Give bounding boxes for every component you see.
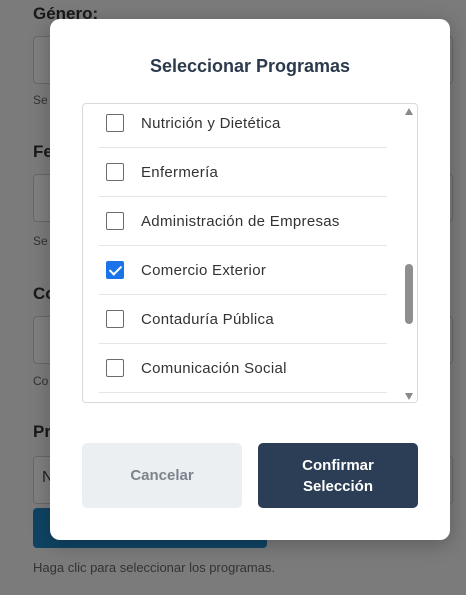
checkbox[interactable]	[106, 310, 124, 328]
program-list-box: Nutrición y Dietética Enfermería Administr…	[82, 103, 418, 403]
scroll-down-icon[interactable]	[405, 393, 413, 400]
program-item[interactable]: Enfermería	[99, 148, 387, 197]
list-scrollbar[interactable]	[401, 104, 417, 402]
program-item[interactable]: Contaduría Pública	[99, 295, 387, 344]
cancel-button[interactable]: Cancelar	[82, 443, 242, 508]
program-select-modal: Seleccionar Programas Nutrición y Dietét…	[50, 19, 450, 540]
program-item-label: Comercio Exterior	[141, 261, 267, 279]
program-item-label: Comunicación Social	[141, 359, 287, 377]
program-item[interactable]: Comunicación Social	[99, 344, 387, 393]
program-item-label: Administración de Empresas	[141, 212, 340, 230]
confirm-selection-button[interactable]: Confirmar Selección	[258, 443, 418, 508]
checkbox[interactable]	[106, 212, 124, 230]
program-item[interactable]: Comercio Exterior	[99, 246, 387, 295]
checkbox[interactable]	[106, 163, 124, 181]
program-item-label: Nutrición y Dietética	[141, 114, 281, 132]
checkbox[interactable]	[106, 114, 124, 132]
scroll-thumb[interactable]	[405, 264, 413, 324]
modal-title: Seleccionar Programas	[149, 56, 351, 76]
checkbox[interactable]	[106, 359, 124, 377]
scroll-up-icon[interactable]	[405, 108, 413, 115]
program-item[interactable]: Administración de Empresas	[99, 197, 387, 246]
program-item-label: Enfermería	[141, 163, 219, 181]
program-item-label: Contaduría Pública	[141, 310, 274, 328]
program-list: Nutrición y Dietética Enfermería Administr…	[99, 104, 387, 393]
program-item[interactable]: Nutrición y Dietética	[99, 104, 387, 148]
checkbox-checked[interactable]	[106, 261, 124, 279]
confirm-selection-label: Confirmar Selección	[302, 456, 374, 495]
